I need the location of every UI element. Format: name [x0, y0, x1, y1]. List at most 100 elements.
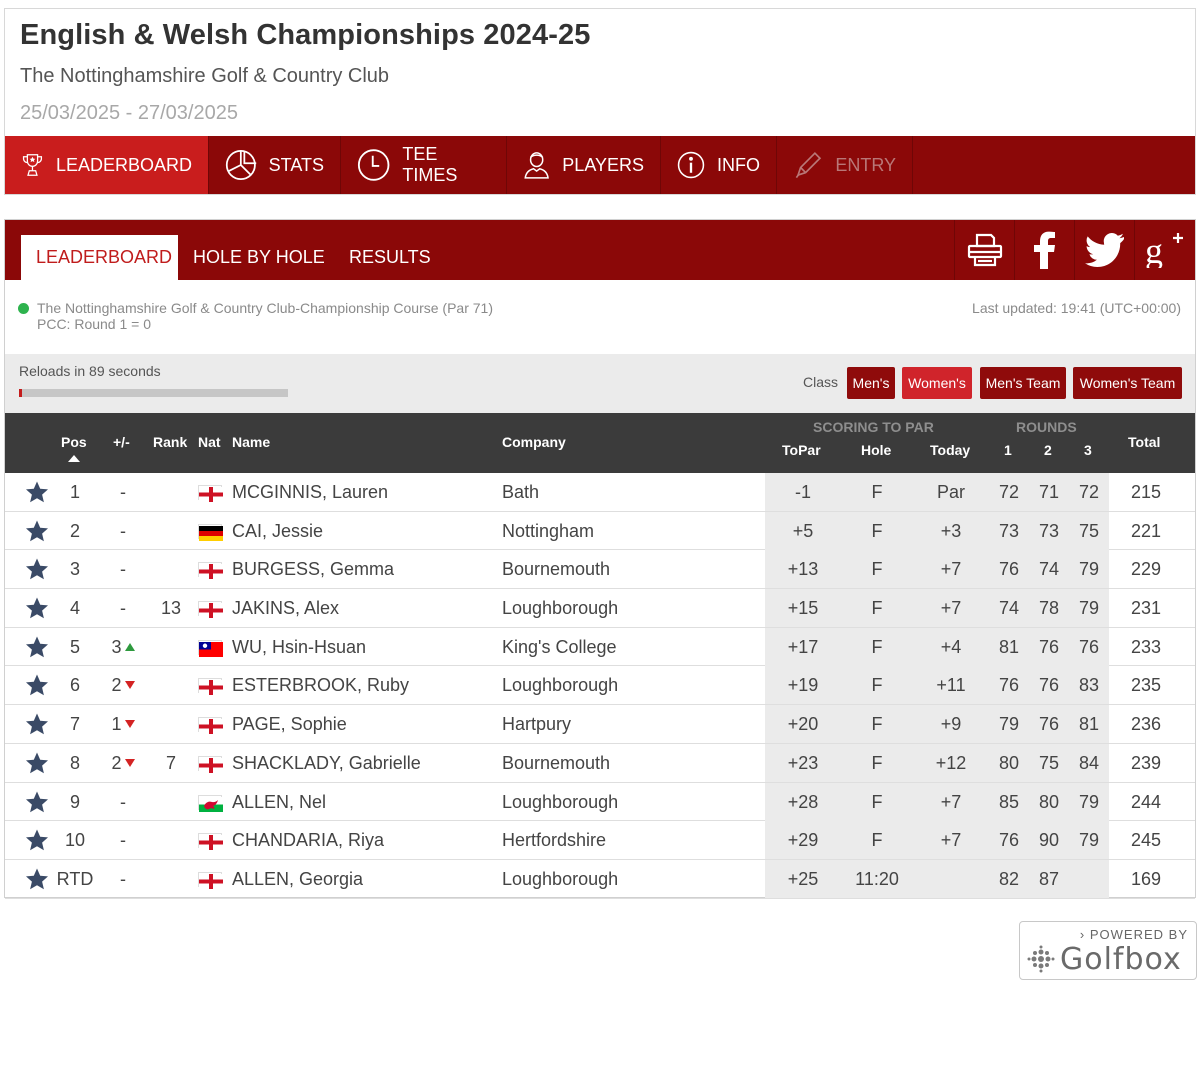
- table-row[interactable]: 8 2 7 SHACKLADY, Gabrielle Bournemouth +23 F +1…: [5, 743, 1195, 783]
- round-1-cell: 81: [998, 636, 1020, 657]
- today-cell: +7: [940, 559, 962, 580]
- round-2-cell: 71: [1038, 482, 1060, 502]
- favorite-star-icon[interactable]: [25, 867, 49, 896]
- round-1-cell: 72: [998, 482, 1020, 502]
- favorite-star-icon[interactable]: [25, 596, 49, 625]
- player-name[interactable]: ALLEN, Georgia: [232, 860, 363, 898]
- round-1-cell: 80: [998, 752, 1020, 773]
- print-icon: [967, 233, 1002, 267]
- table-row[interactable]: 4 - 13 JAKINS, Alex Loughborough +15 F +7 74 78 79…: [5, 589, 1195, 628]
- topar-cell: +20: [787, 714, 819, 735]
- round-3-cell: 72: [1078, 482, 1100, 502]
- taiwan-flag-icon: [198, 639, 223, 657]
- col-round-3[interactable]: 3: [1084, 442, 1092, 458]
- col-name[interactable]: Name: [232, 434, 270, 450]
- nav-leaderboard[interactable]: LEADERBOARD: [5, 136, 209, 194]
- player-name[interactable]: JAKINS, Alex: [232, 589, 339, 627]
- hole-cell: F: [871, 520, 883, 541]
- reload-progress-fill: [19, 389, 22, 397]
- player-name[interactable]: BURGESS, Gemma: [232, 550, 394, 588]
- col-pos[interactable]: Pos: [61, 434, 87, 450]
- player-name[interactable]: ESTERBROOK, Ruby: [232, 666, 409, 704]
- player-name[interactable]: WU, Hsin-Hsuan: [232, 628, 366, 666]
- player-name[interactable]: ALLEN, Nel: [232, 783, 326, 821]
- tab-hole-by-hole[interactable]: HOLE BY HOLE: [178, 235, 340, 280]
- movement-cell: 3: [103, 628, 143, 666]
- col-rank[interactable]: Rank: [153, 434, 187, 450]
- powered-by-golfbox[interactable]: › POWERED BY Golfbox: [1019, 921, 1197, 980]
- round-1-cell: 76: [998, 830, 1020, 851]
- table-row[interactable]: 5 3 WU, Hsin-Hsuan King's College +17 F +4 81 76…: [5, 627, 1195, 667]
- nav-tee-times[interactable]: TEE TIMES: [341, 136, 507, 194]
- nav-entry[interactable]: ENTRY: [777, 136, 913, 194]
- table-row[interactable]: 1 - MCGINNIS, Lauren Bath -1 F Par 72 71 72 215: [5, 473, 1195, 512]
- player-name[interactable]: PAGE, Sophie: [232, 705, 347, 743]
- col-company[interactable]: Company: [502, 434, 566, 450]
- col-hole[interactable]: Hole: [861, 442, 891, 458]
- table-row[interactable]: RTD - ALLEN, Georgia Loughborough +25 11:20 82…: [5, 859, 1195, 899]
- sort-ascending-icon: [68, 455, 80, 462]
- class-mens-team-button[interactable]: Men's Team: [980, 367, 1066, 399]
- england-flag-icon: [198, 755, 223, 773]
- favorite-star-icon[interactable]: [25, 480, 49, 509]
- favorite-star-icon[interactable]: [25, 790, 49, 819]
- favorite-star-icon[interactable]: [25, 712, 49, 741]
- favorite-star-icon[interactable]: [25, 557, 49, 586]
- favorite-star-icon[interactable]: [25, 519, 49, 548]
- col-nat[interactable]: Nat: [198, 434, 221, 450]
- table-row[interactable]: 7 1 PAGE, Sophie Hartpury +20 F +9 79 76 81 236: [5, 705, 1195, 744]
- favorite-star-icon[interactable]: [25, 673, 49, 702]
- company-cell: Loughborough: [502, 598, 619, 619]
- google-plus-button[interactable]: g: [1134, 220, 1194, 280]
- col-round-2[interactable]: 2: [1044, 442, 1052, 458]
- total-cell: 221: [1130, 520, 1162, 541]
- class-womens-team-button[interactable]: Women's Team: [1073, 367, 1182, 399]
- player-name[interactable]: MCGINNIS, Lauren: [232, 473, 388, 511]
- facebook-button[interactable]: [1014, 220, 1074, 280]
- col-total[interactable]: Total: [1128, 434, 1160, 450]
- course-info: The Nottinghamshire Golf & Country Club-…: [18, 300, 493, 332]
- table-row[interactable]: 10 - CHANDARIA, Riya Hertfordshire +29 F +7 76 9…: [5, 821, 1195, 860]
- round-3-cell: 76: [1078, 636, 1100, 657]
- favorite-star-icon[interactable]: [25, 828, 49, 857]
- pos-cell: 2: [69, 520, 80, 541]
- leaderboard-panel: LEADERBOARD HOLE BY HOLE RESULTS g The N…: [4, 219, 1196, 899]
- favorite-star-icon[interactable]: [25, 751, 49, 780]
- player-name[interactable]: CAI, Jessie: [232, 512, 323, 550]
- movement-cell: -: [120, 559, 126, 580]
- move-up-icon: [124, 642, 135, 651]
- main-nav: LEADERBOARD STATS TEE TIMES PLAYERS INFO…: [5, 136, 1195, 194]
- nav-stats[interactable]: STATS: [209, 136, 341, 194]
- table-row[interactable]: 6 2 ESTERBROOK, Ruby Loughborough +19 F +11 76 7…: [5, 666, 1195, 706]
- col-topar[interactable]: ToPar: [782, 442, 821, 458]
- tab-results[interactable]: RESULTS: [334, 235, 446, 280]
- class-mens-button[interactable]: Men's: [847, 367, 895, 399]
- player-name[interactable]: SHACKLADY, Gabrielle: [232, 744, 421, 782]
- tab-leaderboard[interactable]: LEADERBOARD: [21, 235, 178, 280]
- topar-cell: +29: [787, 830, 819, 851]
- table-row[interactable]: 3 - BURGESS, Gemma Bournemouth +13 F +7 76 74 79 2…: [5, 550, 1195, 590]
- round-3-cell: 79: [1078, 791, 1100, 812]
- nav-players-label: PLAYERS: [562, 154, 644, 175]
- favorite-star-icon[interactable]: [25, 635, 49, 664]
- rank-cell: [153, 473, 189, 511]
- print-button[interactable]: [954, 220, 1014, 280]
- player-name[interactable]: CHANDARIA, Riya: [232, 821, 384, 859]
- col-today[interactable]: Today: [930, 442, 970, 458]
- reload-countdown: Reloads in 89 seconds: [19, 363, 161, 379]
- nav-players[interactable]: PLAYERS: [507, 136, 661, 194]
- col-round-1[interactable]: 1: [1004, 442, 1012, 458]
- germany-flag-icon: [198, 523, 223, 541]
- table-row[interactable]: 9 - ALLEN, Nel Loughborough +28 F +7 85 80 79 244: [5, 782, 1195, 822]
- controls-bar: Reloads in 89 seconds Class Men's Women'…: [5, 354, 1195, 413]
- round-2-cell: 76: [1038, 714, 1060, 735]
- round-2-cell: 76: [1038, 636, 1060, 657]
- nav-info[interactable]: INFO: [661, 136, 777, 194]
- event-dates: 25/03/2025 - 27/03/2025: [20, 102, 238, 124]
- table-row[interactable]: 2 - CAI, Jessie Nottingham +5 F +3 73 73 75 221: [5, 511, 1195, 551]
- class-womens-button[interactable]: Women's: [902, 367, 972, 399]
- twitter-button[interactable]: [1074, 220, 1134, 280]
- pcc-info: PCC: Round 1 = 0: [37, 316, 152, 332]
- col-movement[interactable]: +/-: [113, 434, 130, 450]
- round-1-cell: 73: [998, 520, 1020, 541]
